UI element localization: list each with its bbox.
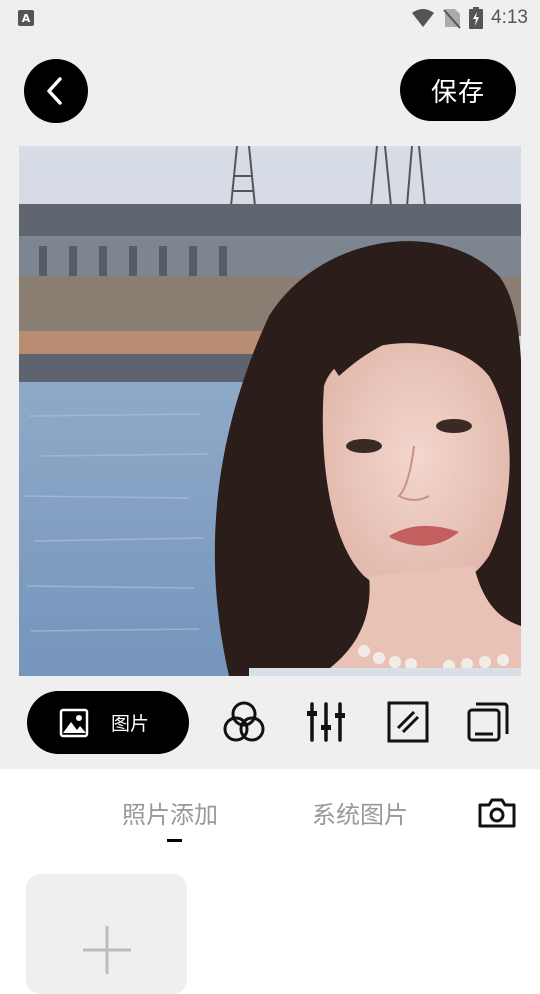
photo-preview-area <box>0 146 540 676</box>
status-left: A <box>18 10 34 26</box>
tool-filter-button[interactable] <box>220 698 268 746</box>
back-button[interactable] <box>24 59 88 123</box>
status-right: 4:13 <box>411 7 528 29</box>
layers-icon <box>467 702 509 742</box>
camera-button[interactable] <box>476 795 518 831</box>
header: 保存 <box>0 36 540 146</box>
add-photo-tile[interactable] <box>26 874 187 994</box>
tool-texture-button[interactable] <box>384 698 432 746</box>
battery-charging-icon <box>469 7 484 29</box>
status-time: 4:13 <box>491 7 528 28</box>
save-button[interactable]: 保存 <box>400 59 516 121</box>
adjust-sliders-icon <box>307 702 345 742</box>
tool-image-label: 图片 <box>111 713 150 735</box>
status-bar: A 4:13 <box>0 0 540 36</box>
image-icon <box>59 708 89 737</box>
filter-circles-icon <box>223 701 265 742</box>
chevron-left-icon <box>47 77 62 105</box>
tool-adjust-button[interactable] <box>302 698 350 746</box>
no-sim-icon <box>443 9 461 29</box>
tool-layers-button[interactable] <box>464 698 512 746</box>
edited-photo[interactable] <box>19 146 521 676</box>
tab-system-images[interactable]: 系统图片 <box>312 795 408 830</box>
edit-toolbar: 图片 <box>0 676 540 769</box>
texture-icon <box>387 701 429 743</box>
active-tab-indicator <box>167 839 182 842</box>
camera-icon <box>478 798 516 828</box>
image-source-panel: 照片添加 系统图片 <box>0 769 540 994</box>
tool-image-button[interactable]: 图片 <box>27 691 189 754</box>
notification-a-icon: A <box>18 10 34 26</box>
plus-icon <box>83 926 131 974</box>
wifi-icon <box>412 9 435 27</box>
photo-image <box>19 146 521 676</box>
tab-photo-add[interactable]: 照片添加 <box>122 795 218 830</box>
